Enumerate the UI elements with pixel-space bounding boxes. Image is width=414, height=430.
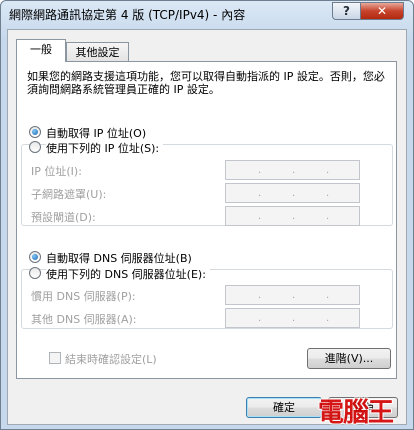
ip-dot: . — [326, 211, 330, 222]
preferred-dns-field[interactable]: ... — [225, 285, 360, 305]
general-tab-panel: 如果您的網路支援這項功能，您可以取得自動指派的 IP 設定。否則，您必須詢問網路… — [16, 61, 397, 379]
advanced-button[interactable]: 進階(V)... — [307, 348, 391, 369]
ip-dot: . — [258, 188, 262, 199]
obtain-dns-auto-radio[interactable] — [29, 251, 41, 263]
obtain-ip-auto-label[interactable]: 自動取得 IP 位址(O) — [46, 125, 146, 141]
ip-dot: . — [292, 211, 296, 222]
tab-alternate-configuration[interactable]: 其他設定 — [66, 42, 129, 62]
ip-dot: . — [326, 313, 330, 324]
preferred-dns-label: 慣用 DNS 伺服器(P): — [31, 290, 136, 303]
use-following-ip-radio[interactable] — [29, 141, 41, 153]
ip-dot: . — [292, 313, 296, 324]
ip-address-label: IP 位址(I): — [31, 165, 82, 178]
use-following-dns-label[interactable]: 使用下列的 DNS 伺服器位址(E): — [46, 266, 210, 282]
validate-on-exit-label: 結束時確認設定(L) — [65, 353, 157, 366]
obtain-ip-auto-radio[interactable] — [29, 126, 41, 138]
ip-address-field[interactable]: ... — [225, 160, 360, 180]
use-following-ip-label[interactable]: 使用下列的 IP 位址(S): — [46, 140, 164, 156]
validate-on-exit-checkbox[interactable] — [49, 352, 61, 364]
close-button[interactable]: ✕ — [360, 2, 404, 20]
ip-dot: . — [292, 290, 296, 301]
ok-button[interactable]: 確定 — [246, 397, 322, 418]
alternate-dns-field[interactable]: ... — [225, 308, 360, 328]
ip-dot: . — [258, 211, 262, 222]
ip-dot: . — [326, 290, 330, 301]
tab-general[interactable]: 一般 — [16, 39, 66, 62]
ip-dot: . — [258, 290, 262, 301]
help-button[interactable]: ? — [332, 2, 360, 20]
default-gateway-label: 預設閘道(D): — [31, 211, 96, 224]
ip-dot: . — [326, 188, 330, 199]
ip-dot: . — [292, 165, 296, 176]
watermark-logo: 電腦王 — [318, 398, 394, 428]
title-bar[interactable]: 網際網路通訊協定第 4 版 (TCP/IPv4) - 內容 ? ✕ — [1, 1, 413, 29]
ip-dot: . — [258, 165, 262, 176]
default-gateway-field[interactable]: ... — [225, 206, 360, 226]
dialog-body: 一般 其他設定 如果您的網路支援這項功能，您可以取得自動指派的 IP 設定。否則… — [7, 29, 407, 425]
subnet-mask-field[interactable]: ... — [225, 183, 360, 203]
subnet-mask-label: 子網路遮罩(U): — [31, 188, 107, 201]
alternate-dns-label: 其他 DNS 伺服器(A): — [31, 313, 137, 326]
use-following-dns-radio[interactable] — [29, 267, 41, 279]
ip-dot: . — [326, 165, 330, 176]
ip-dot: . — [292, 188, 296, 199]
obtain-dns-auto-label[interactable]: 自動取得 DNS 伺服器位址(B) — [46, 250, 192, 266]
dialog-window: 網際網路通訊協定第 4 版 (TCP/IPv4) - 內容 ? ✕ 一般 其他設… — [0, 0, 414, 430]
window-title: 網際網路通訊協定第 4 版 (TCP/IPv4) - 內容 — [9, 8, 246, 22]
description-text: 如果您的網路支援這項功能，您可以取得自動指派的 IP 設定。否則，您必須詢問網路… — [27, 70, 385, 96]
ip-dot: . — [258, 313, 262, 324]
